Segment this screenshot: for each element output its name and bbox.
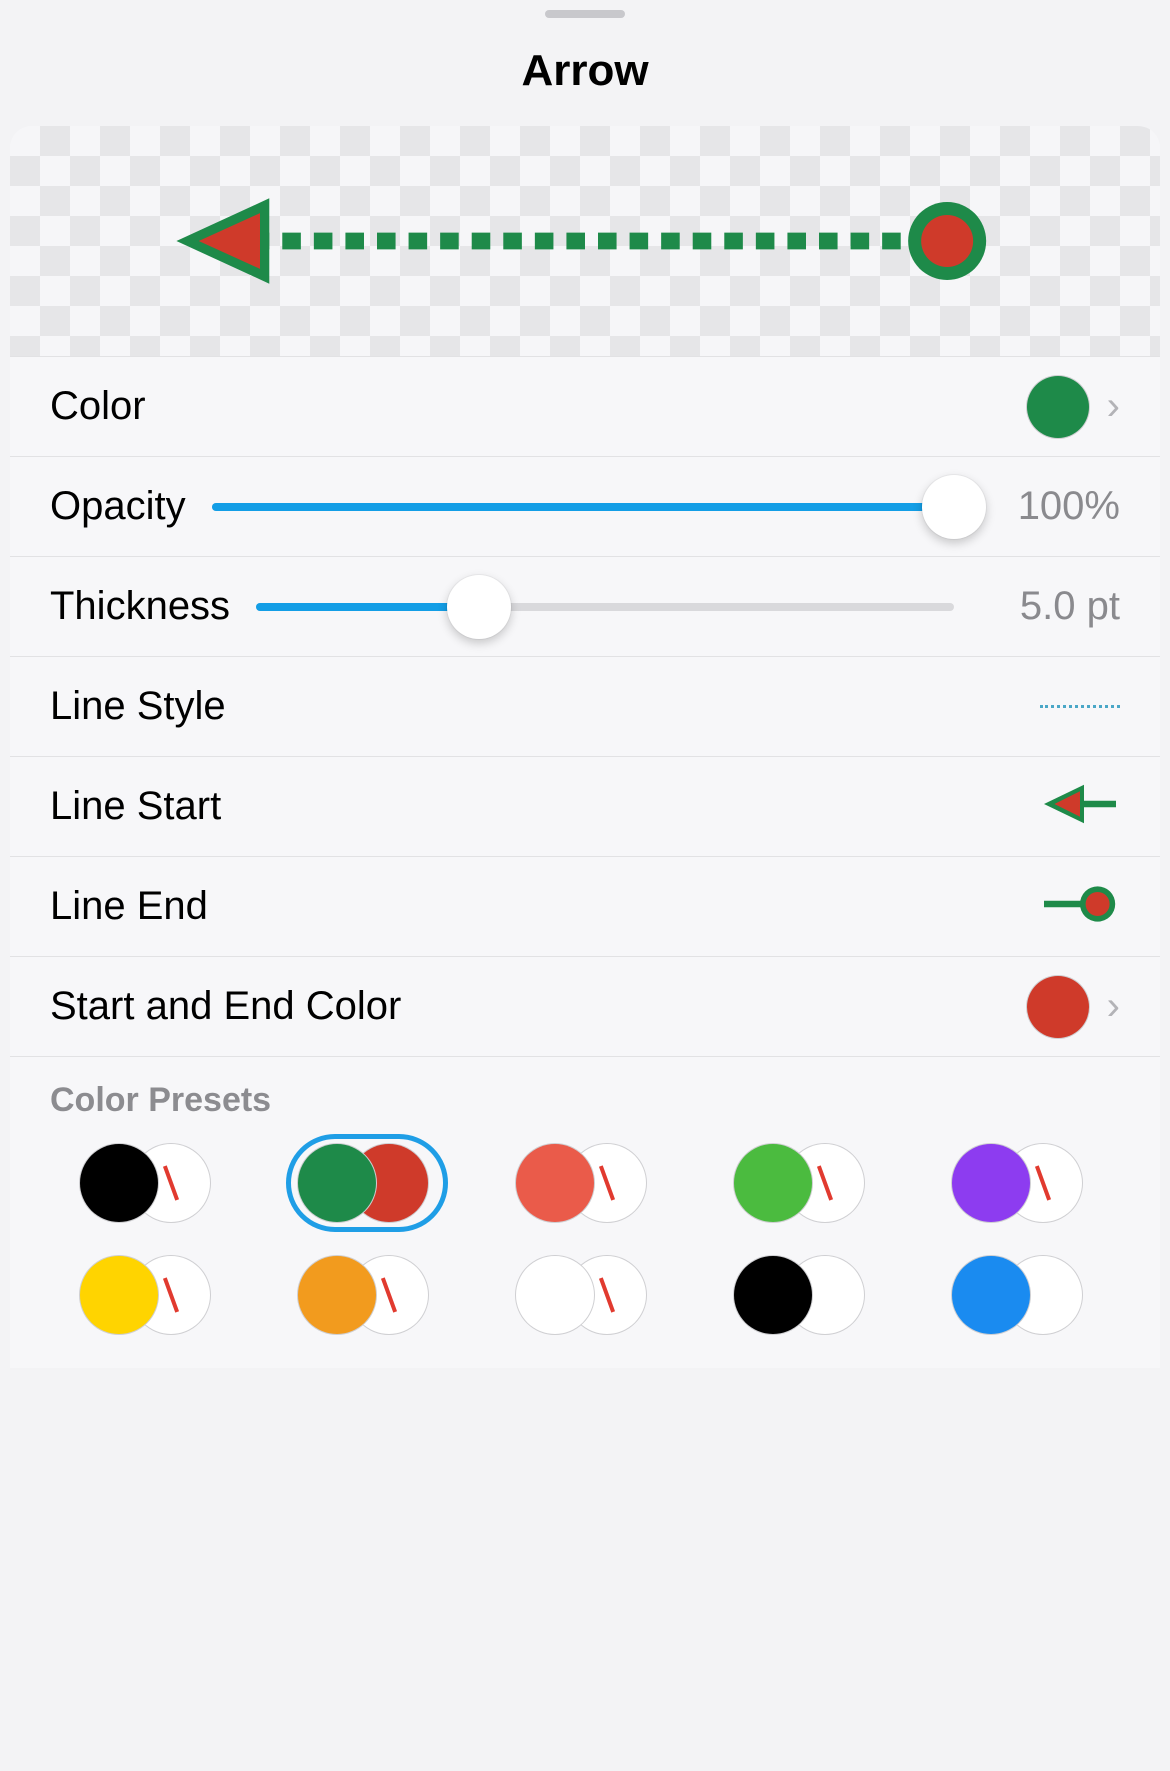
color-preset[interactable]	[476, 1140, 694, 1226]
line-style-label: Line Style	[50, 684, 226, 729]
thickness-slider[interactable]	[256, 587, 954, 627]
line-end-circle-icon	[1040, 880, 1120, 933]
no-color-icon	[1035, 1165, 1051, 1200]
opacity-label: Opacity	[50, 484, 186, 529]
preset-primary-swatch	[80, 1144, 158, 1222]
color-preset[interactable]	[694, 1252, 912, 1338]
color-preset[interactable]	[476, 1252, 694, 1338]
color-preset[interactable]	[258, 1140, 476, 1226]
preset-primary-swatch	[952, 1256, 1030, 1334]
preset-primary-swatch	[516, 1256, 594, 1334]
no-color-icon	[381, 1277, 397, 1312]
opacity-value: 100%	[980, 484, 1120, 529]
thickness-value: 5.0 pt	[980, 584, 1120, 629]
color-label: Color	[50, 384, 146, 429]
no-color-icon	[817, 1165, 833, 1200]
preset-primary-swatch	[952, 1144, 1030, 1222]
preset-primary-swatch	[516, 1144, 594, 1222]
color-preset[interactable]	[40, 1140, 258, 1226]
line-end-label: Line End	[50, 884, 208, 929]
line-start-label: Line Start	[50, 784, 221, 829]
opacity-row: Opacity 100%	[10, 456, 1160, 556]
chevron-right-icon: ›	[1107, 984, 1120, 1029]
color-presets-grid	[10, 1130, 1160, 1368]
color-preset[interactable]	[912, 1140, 1130, 1226]
thickness-row: Thickness 5.0 pt	[10, 556, 1160, 656]
sheet-grabber[interactable]	[545, 10, 625, 18]
chevron-right-icon: ›	[1107, 384, 1120, 429]
preset-primary-swatch	[734, 1144, 812, 1222]
preset-primary-swatch	[298, 1256, 376, 1334]
arrow-settings-panel: Color › Opacity 100% Thickness 5.0 pt	[10, 126, 1160, 1368]
panel-title: Arrow	[0, 18, 1170, 126]
start-end-color-label: Start and End Color	[50, 984, 401, 1029]
no-color-icon	[163, 1277, 179, 1312]
line-start-arrowhead-icon	[1040, 780, 1120, 833]
color-row[interactable]: Color ›	[10, 356, 1160, 456]
line-style-row[interactable]: Line Style	[10, 656, 1160, 756]
arrow-preview	[10, 126, 1160, 356]
color-preset[interactable]	[258, 1252, 476, 1338]
preset-primary-swatch	[80, 1256, 158, 1334]
preset-primary-swatch	[734, 1256, 812, 1334]
line-start-row[interactable]: Line Start	[10, 756, 1160, 856]
no-color-icon	[163, 1165, 179, 1200]
no-color-icon	[599, 1165, 615, 1200]
opacity-slider[interactable]	[212, 487, 954, 527]
color-presets-header: Color Presets	[10, 1056, 1160, 1130]
color-preset[interactable]	[912, 1252, 1130, 1338]
line-end-row[interactable]: Line End	[10, 856, 1160, 956]
preset-primary-swatch	[298, 1144, 376, 1222]
no-color-icon	[599, 1277, 615, 1312]
line-style-dotted-icon	[1040, 705, 1120, 709]
start-end-color-swatch	[1027, 976, 1089, 1038]
start-end-color-row[interactable]: Start and End Color ›	[10, 956, 1160, 1056]
color-preset[interactable]	[40, 1252, 258, 1338]
color-swatch	[1027, 376, 1089, 438]
color-preset[interactable]	[694, 1140, 912, 1226]
thickness-label: Thickness	[50, 584, 230, 629]
